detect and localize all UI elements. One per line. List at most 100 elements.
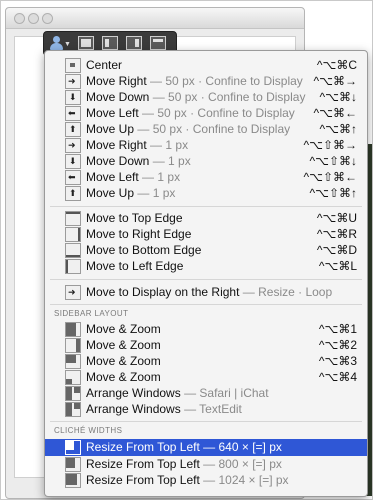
shortcut: ^⌥⌘→ <box>313 74 357 88</box>
label-sub: — 50 px · Confine to Display <box>142 106 295 120</box>
shortcut: ^⌥⌘← <box>313 106 357 120</box>
menu-item-move-top-edge[interactable]: Move to Top Edge ^⌥⌘U <box>45 210 367 226</box>
label-sub: — 640 × [=] px <box>203 440 282 454</box>
right-edge-icon <box>65 227 81 242</box>
minimize-window-button[interactable] <box>28 13 39 24</box>
chevron-down-icon: ▼ <box>64 41 71 48</box>
shortcut: ^⌥⌘3 <box>318 354 357 368</box>
close-window-button[interactable] <box>14 13 25 24</box>
label-sub: — 800 × [=] px <box>203 457 282 471</box>
label-sub: — 1 px <box>137 186 176 200</box>
label-text: Move Down <box>86 154 150 168</box>
shortcut: ^⌥⇧⌘→ <box>303 138 357 152</box>
menu-item-move-down-50[interactable]: ⬇ Move Down — 50 px · Confine to Display… <box>45 89 367 105</box>
actions-menu: Center ^⌥⌘C ➜ Move Right — 50 px · Confi… <box>44 50 368 497</box>
arrange-icon <box>65 386 81 401</box>
menu-item-label: Move Down — 50 px · Confine to Display <box>86 90 305 104</box>
layout-right-half-button[interactable] <box>126 36 142 50</box>
menu-item-move-left-edge[interactable]: Move to Left Edge ^⌥⌘L <box>45 258 367 274</box>
resize-icon <box>65 440 81 455</box>
menu-item-label: Arrange Windows — Safari | iChat <box>86 386 269 400</box>
window-titlebar <box>6 8 304 29</box>
shortcut: ^⌥⌘↓ <box>319 90 357 104</box>
arrow-up-icon: ⬆ <box>65 122 81 137</box>
menu-item-move-bottom-edge[interactable]: Move to Bottom Edge ^⌥⌘D <box>45 242 367 258</box>
menu-item-arrange-textedit[interactable]: Arrange Windows — TextEdit <box>45 401 367 417</box>
label-sub: — 1 px <box>150 138 189 152</box>
menu-item-center[interactable]: Center ^⌥⌘C <box>45 57 367 73</box>
menu-item-move-zoom-4[interactable]: Move & Zoom ^⌥⌘4 <box>45 369 367 385</box>
section-header-cliche-widths: CLICHÉ WIDTHS <box>54 426 123 435</box>
label-text: Arrange Windows <box>86 386 181 400</box>
menu-item-label: Move to Right Edge <box>86 227 192 241</box>
menu-item-move-left-1[interactable]: ⬅ Move Left — 1 px ^⌥⇧⌘← <box>45 169 367 185</box>
menu-item-label: Center <box>86 58 122 72</box>
menu-item-move-zoom-2[interactable]: Move & Zoom ^⌥⌘2 <box>45 337 367 353</box>
shortcut: ^⌥⌘2 <box>318 338 357 352</box>
user-icon <box>53 36 60 43</box>
layout-top-half-button[interactable] <box>150 36 166 50</box>
menu-item-label: Resize From Top Left — 800 × [=] px <box>86 457 282 471</box>
menu-item-move-up-50[interactable]: ⬆ Move Up — 50 px · Confine to Display ^… <box>45 121 367 137</box>
menu-item-label: Move Down — 1 px <box>86 154 191 168</box>
label-text: Move Up <box>86 186 135 200</box>
menu-item-move-zoom-3[interactable]: Move & Zoom ^⌥⌘3 <box>45 353 367 369</box>
arrange-icon <box>65 402 81 417</box>
resize-icon <box>65 457 81 472</box>
menu-separator <box>50 304 362 305</box>
layout-full-button[interactable] <box>78 36 94 50</box>
arrow-right-icon: ➜ <box>65 74 81 89</box>
menu-item-move-right-50[interactable]: ➜ Move Right — 50 px · Confine to Displa… <box>45 73 367 89</box>
label-sub: — 50 px · Confine to Display <box>152 90 306 104</box>
menu-item-label: Move Up — 50 px · Confine to Display <box>86 122 290 136</box>
shortcut: ^⌥⌘↑ <box>319 122 357 136</box>
label-text: Resize From Top Left <box>86 473 200 487</box>
label-sub: — 1 px <box>142 170 181 184</box>
label-sub: — 50 px · Confine to Display <box>137 122 291 136</box>
arrow-left-icon: ⬅ <box>65 170 81 185</box>
label-text: Resize From Top Left <box>86 457 200 471</box>
user-menu-button[interactable]: ▼ <box>48 35 71 51</box>
shortcut: ^⌥⇧⌘↑ <box>309 186 357 200</box>
menu-separator <box>50 279 362 280</box>
left-edge-icon <box>65 259 81 274</box>
menu-item-resize-640[interactable]: Resize From Top Left — 640 × [=] px <box>45 439 367 456</box>
menu-item-label: Move to Left Edge <box>86 259 184 273</box>
menu-item-label: Resize From Top Left — 640 × [=] px <box>86 440 282 454</box>
label-sub: — Resize · Loop <box>242 285 333 299</box>
menu-item-resize-800[interactable]: Resize From Top Left — 800 × [=] px <box>45 456 367 472</box>
menu-item-move-left-50[interactable]: ⬅ Move Left — 50 px · Confine to Display… <box>45 105 367 121</box>
shortcut: ^⌥⌘D <box>316 243 357 257</box>
menu-item-move-to-display-right[interactable]: ➜ Move to Display on the Right — Resize … <box>45 284 367 300</box>
label-sub: — 50 px · Confine to Display <box>150 74 303 88</box>
menu-item-move-up-1[interactable]: ⬆ Move Up — 1 px ^⌥⇧⌘↑ <box>45 185 367 201</box>
label-text: Move to Display on the Right <box>86 285 240 299</box>
menu-item-label: Move Left — 1 px <box>86 170 180 184</box>
menu-item-label: Move to Top Edge <box>86 211 183 225</box>
menu-item-label: Move Right — 50 px · Confine to Display <box>86 74 303 88</box>
menu-item-label: Move & Zoom <box>86 370 161 384</box>
layout-left-half-button[interactable] <box>102 36 118 50</box>
label-text: Move Left <box>86 106 139 120</box>
menu-item-move-zoom-1[interactable]: Move & Zoom ^⌥⌘1 <box>45 321 367 337</box>
shortcut: ^⌥⇧⌘← <box>303 170 357 184</box>
arrow-down-icon: ⬇ <box>65 154 81 169</box>
shortcut: ^⌥⇧⌘↓ <box>309 154 357 168</box>
menu-item-arrange-safari-ichat[interactable]: Arrange Windows — Safari | iChat <box>45 385 367 401</box>
shortcut: ^⌥⌘R <box>316 227 357 241</box>
menu-item-move-down-1[interactable]: ⬇ Move Down — 1 px ^⌥⇧⌘↓ <box>45 153 367 169</box>
menu-item-move-right-edge[interactable]: Move to Right Edge ^⌥⌘R <box>45 226 367 242</box>
menu-item-label: Resize From Top Left — 1024 × [=] px <box>86 473 289 487</box>
menu-item-label: Arrange Windows — TextEdit <box>86 402 242 416</box>
label-text: Move Right <box>86 74 147 88</box>
zoom-1-icon <box>65 322 81 337</box>
menu-item-label: Move Right — 1 px <box>86 138 188 152</box>
label-sub: — 1 px <box>152 154 191 168</box>
menu-item-resize-1024[interactable]: Resize From Top Left — 1024 × [=] px <box>45 472 367 488</box>
zoom-window-button[interactable] <box>42 13 53 24</box>
user-icon-body <box>50 43 63 50</box>
label-text: Arrange Windows <box>86 402 181 416</box>
label-sub: — TextEdit <box>184 402 242 416</box>
menu-item-move-right-1[interactable]: ➜ Move Right — 1 px ^⌥⇧⌘→ <box>45 137 367 153</box>
menu-item-label: Move Left — 50 px · Confine to Display <box>86 106 295 120</box>
